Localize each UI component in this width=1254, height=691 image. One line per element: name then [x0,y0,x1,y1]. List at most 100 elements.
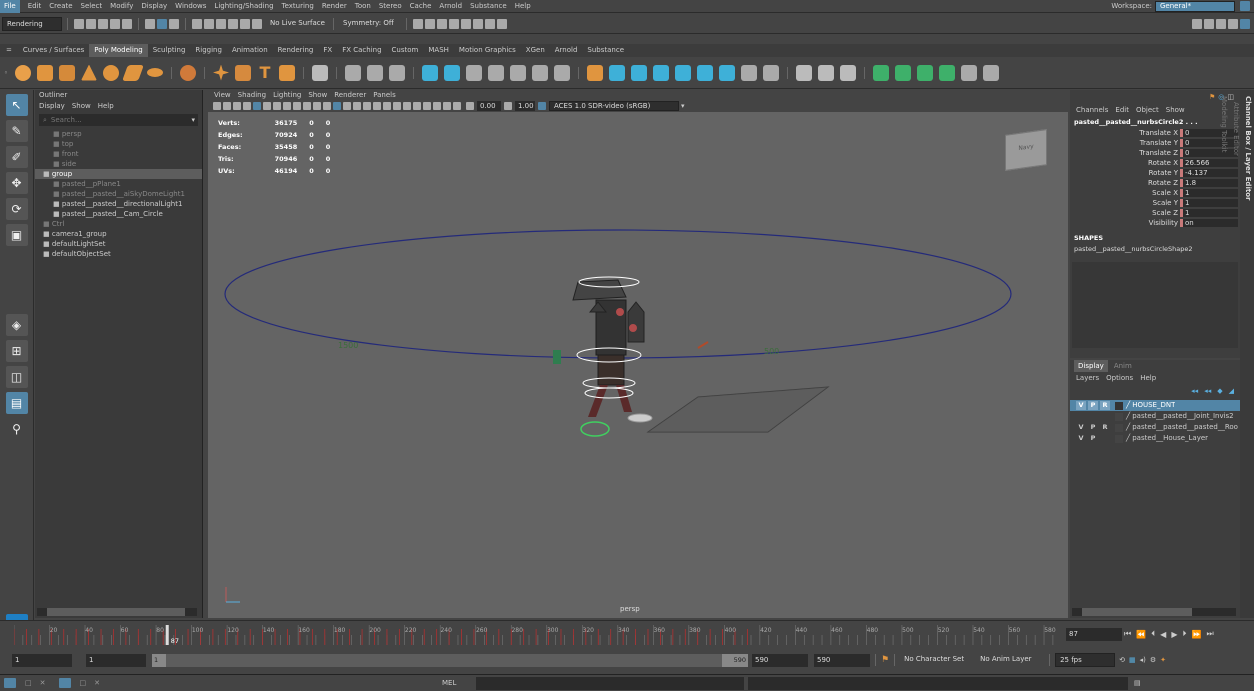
new-scene-icon[interactable] [74,18,84,29]
live-surface-dropdown[interactable]: No Live Surface [266,17,328,31]
shelf-tab-poly-modeling[interactable]: Poly Modeling [89,44,148,57]
viewport-menu-lighting[interactable]: Lighting [273,91,301,99]
menu-toon[interactable]: Toon [355,2,371,10]
delete-history-icon[interactable] [873,64,889,81]
shelf-menu-icon[interactable]: = [0,44,18,57]
poly-cylinder-icon[interactable] [59,64,75,81]
render-settings-icon[interactable] [449,18,459,29]
layer-row[interactable]: V P ╱ pasted__House_Layer [1070,433,1240,444]
poly-cone-icon[interactable] [81,64,97,81]
color-management-icon[interactable] [538,102,546,110]
channel-row[interactable]: Rotate Z 1.8 [1070,178,1238,188]
image-plane-icon[interactable] [243,102,251,110]
channel-row[interactable]: Scale Y1 [1070,198,1238,208]
clean-up-icon[interactable] [554,64,570,81]
target-weld-icon[interactable] [675,64,691,81]
wireframe-on-shaded-icon[interactable] [343,102,351,110]
step-forward-frame-icon[interactable]: ⏵ [1182,629,1186,639]
viewcube[interactable]: Navy [1005,129,1047,171]
layer-color-swatch[interactable] [1115,423,1123,432]
light-editor-icon[interactable] [485,18,495,29]
animation-preferences-icon[interactable]: ✦ [1160,656,1166,664]
separate-icon[interactable] [367,64,383,81]
layer-scrollbar[interactable] [1072,608,1236,616]
scale-tool-icon[interactable]: ▣ [5,224,28,246]
harden-edge-icon[interactable] [961,64,977,81]
viewport-panel[interactable]: View Shading Lighting Show Renderer Pane… [208,90,1068,618]
shelf-tab-xgen[interactable]: XGen [521,44,550,57]
planar-mapping-icon[interactable] [840,64,856,81]
loop-icon[interactable]: ⟲ [1119,656,1125,664]
menu-arnold[interactable]: Arnold [439,2,462,10]
chevron-down-icon[interactable]: ▾ [681,102,685,110]
bevel-icon[interactable] [631,64,647,81]
svg-icon[interactable] [279,64,295,81]
select-tool-icon[interactable]: ↖ [5,94,28,116]
layer-menu-help[interactable]: Help [1140,374,1156,382]
use-lights-icon[interactable] [363,102,371,110]
smooth-icon[interactable] [389,64,405,81]
channel-menu-object[interactable]: Object [1136,106,1159,114]
move-layer-down-icon[interactable]: ◂◂ [1204,387,1211,395]
outliner-item[interactable]: ■ pasted__pasted__aiSkyDomeLight1 [35,189,202,199]
gamma-icon[interactable] [504,102,512,110]
sweep-mesh-icon[interactable] [213,64,229,81]
layer-playback-toggle[interactable]: P [1088,434,1098,443]
type-icon[interactable] [312,64,328,81]
outliner-item[interactable]: ■ defaultLightSet [35,239,202,249]
window-restore-icon[interactable]: □ [80,679,87,687]
combine-icon[interactable] [345,64,361,81]
paint-select-tool-icon[interactable]: ✐ [5,146,28,168]
color-space-dropdown[interactable]: ACES 1.0 SDR-video (sRGB) [549,101,679,111]
extrude-icon[interactable] [587,64,603,81]
mode-dropdown[interactable]: Rendering [2,16,62,31]
xray-icon[interactable] [433,102,441,110]
layer-tab-display[interactable]: Display [1074,360,1108,372]
current-frame-field[interactable]: 87 [1066,628,1122,641]
shelf-tab-mash[interactable]: MASH [423,44,454,57]
exposure-field[interactable]: 0.00 [477,101,501,111]
layer-playback-toggle[interactable] [1088,412,1098,421]
outliner-item[interactable]: ■ top [35,139,202,149]
render-view-icon[interactable] [413,18,423,29]
range-start-handle[interactable]: 1 [152,653,166,667]
rotate-tool-icon[interactable]: ⟳ [5,198,28,220]
layer-visibility-toggle[interactable]: V [1076,401,1086,410]
outliner-item[interactable]: ■ group [35,169,202,179]
animation-start-field[interactable]: 1 [12,653,72,667]
window-minimized-icon[interactable] [4,678,16,688]
outliner-item[interactable]: ■ defaultObjectSet [35,249,202,259]
render-frame-icon[interactable] [425,18,435,29]
channel-menu-edit[interactable]: Edit [1115,106,1129,114]
safe-title-icon[interactable] [313,102,321,110]
channel-row[interactable]: Scale X1 [1070,188,1238,198]
shelf-tab-rendering[interactable]: Rendering [273,44,319,57]
shelf-tab-fx[interactable]: FX [318,44,337,57]
current-time-marker[interactable] [165,625,169,645]
shelf-tab-rigging[interactable]: Rigging [190,44,227,57]
time-ruler[interactable]: 20 40 60 80 100 120 140 160 180 200 220 240 260 280 30… [14,623,1060,647]
motion-blur-icon[interactable] [393,102,401,110]
house-roof[interactable] [572,279,627,301]
film-gate-icon[interactable] [263,102,271,110]
outliner-scroll-thumb[interactable] [47,608,185,616]
mel-command-input[interactable] [476,676,744,690]
gate-mask-icon[interactable] [283,102,291,110]
search-icon[interactable]: ⚲ [6,418,28,440]
layer-menu-options[interactable]: Options [1106,374,1133,382]
save-scene-icon[interactable] [98,18,108,29]
camera-attributes-icon[interactable] [223,102,231,110]
ipr-render-icon[interactable] [437,18,447,29]
modeling-toolkit-icon[interactable] [1192,18,1202,29]
step-forward-key-icon[interactable]: ⏩ [1191,630,1201,639]
menu-render[interactable]: Render [322,2,347,10]
channel-box-pin-icon[interactable]: ⚑ [1209,93,1215,101]
mel-label[interactable]: MEL [442,679,472,687]
layer-visibility-toggle[interactable]: V [1076,423,1086,432]
layer-color-swatch[interactable] [1115,401,1123,410]
viewport-menu-renderer[interactable]: Renderer [334,91,366,99]
outliner-item[interactable]: ■ camera1_group [35,229,202,239]
mirror-icon[interactable] [444,64,460,81]
chevron-down-icon[interactable]: ▾ [191,116,195,124]
anim-layer-dropdown[interactable]: No Anim Layer [976,653,1044,667]
